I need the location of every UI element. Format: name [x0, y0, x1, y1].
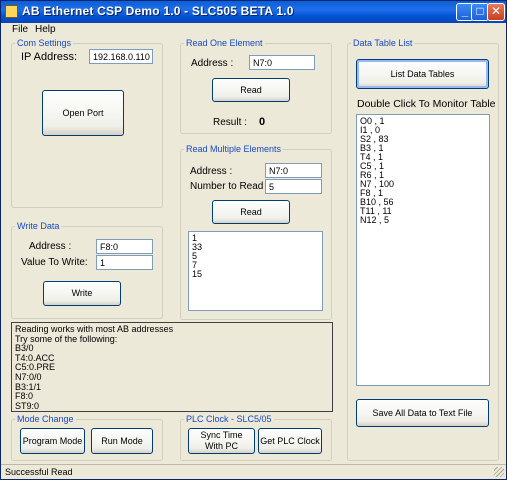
write-address-label: Address :	[29, 241, 72, 252]
mode-change-legend: Mode Change	[17, 414, 74, 424]
write-address-field[interactable]: F8:0	[96, 239, 153, 254]
status-bar: Successful Read	[1, 464, 506, 479]
title-bar[interactable]: AB Ethernet CSP Demo 1.0 - SLC505 BETA 1…	[1, 1, 506, 23]
status-text: Successful Read	[5, 467, 73, 477]
ip-address-field[interactable]: 192.168.0.110	[89, 49, 153, 64]
value-to-write-field[interactable]: 1	[96, 255, 153, 270]
menu-file[interactable]: File	[12, 24, 28, 35]
com-settings-legend: Com Settings	[17, 38, 72, 48]
list-item[interactable]: N12 , 5	[360, 216, 486, 225]
get-plc-clock-button[interactable]: Get PLC Clock	[258, 428, 322, 454]
read-one-address-field[interactable]: N7:0	[249, 55, 315, 70]
result-value: 0	[259, 116, 266, 128]
list-item[interactable]: 5	[192, 252, 319, 261]
program-mode-button[interactable]: Program Mode	[20, 428, 85, 454]
window-title: AB Ethernet CSP Demo 1.0 - SLC505 BETA 1…	[22, 4, 294, 18]
list-item[interactable]: 1	[192, 234, 319, 243]
run-mode-button[interactable]: Run Mode	[91, 428, 153, 454]
list-data-tables-button[interactable]: List Data Tables	[356, 59, 489, 89]
menu-help[interactable]: Help	[35, 24, 56, 35]
result-label: Result :	[213, 117, 247, 128]
list-item[interactable]: 7	[192, 261, 319, 270]
info-line: F8:0	[15, 391, 34, 402]
read-one-button[interactable]: Read	[212, 78, 290, 102]
info-line: ST9:0	[15, 400, 40, 411]
info-line: C5:0.PRE	[15, 362, 56, 373]
plc-clock-legend: PLC Clock - SLC5/05	[186, 414, 272, 424]
list-item[interactable]: 33	[192, 243, 319, 252]
data-tables-list[interactable]: O0 , 1 I1 , 0 S2 , 83 B3 , 1 T4 , 1 C5 ,…	[356, 114, 490, 386]
read-one-address-label: Address :	[191, 58, 234, 69]
main-window: AB Ethernet CSP Demo 1.0 - SLC505 BETA 1…	[0, 0, 507, 480]
monitor-table-label: Double Click To Monitor Table	[357, 98, 496, 110]
save-data-button[interactable]: Save All Data to Text File	[356, 399, 489, 427]
number-to-read-field[interactable]: 5	[265, 179, 322, 194]
ip-address-label: IP Address:	[21, 51, 78, 63]
data-table-legend: Data Table List	[353, 38, 413, 48]
menu-bar: File Help	[1, 23, 506, 38]
info-line: T4:0.ACC	[15, 352, 55, 363]
write-data-legend: Write Data	[17, 221, 60, 231]
info-textbox[interactable]: Reading works with most AB addresses Try…	[11, 322, 333, 412]
sync-time-button[interactable]: Sync Time With PC	[188, 428, 255, 454]
info-line: B3:1/1	[15, 381, 42, 392]
read-multiple-results-list[interactable]: 1 33 5 7 15	[188, 231, 323, 311]
close-button[interactable]: ✕	[487, 3, 505, 21]
read-multiple-button[interactable]: Read	[212, 200, 290, 224]
read-multiple-address-label: Address :	[190, 166, 233, 177]
info-line: B3/0	[15, 343, 34, 354]
open-port-button[interactable]: Open Port	[42, 90, 124, 136]
app-icon	[5, 5, 18, 18]
write-button[interactable]: Write	[43, 281, 121, 306]
number-to-read-label: Number to Read :	[190, 181, 269, 192]
info-line: N7:0/0	[15, 371, 42, 382]
resize-grip-icon[interactable]	[494, 467, 504, 477]
read-one-legend: Read One Element	[186, 38, 263, 48]
info-line: Try some of the following:	[15, 333, 118, 344]
list-item[interactable]: 15	[192, 270, 319, 279]
read-multiple-address-field[interactable]: N7:0	[265, 163, 322, 178]
value-to-write-label: Value To Write:	[21, 257, 88, 268]
read-multiple-legend: Read Multiple Elements	[186, 144, 282, 154]
